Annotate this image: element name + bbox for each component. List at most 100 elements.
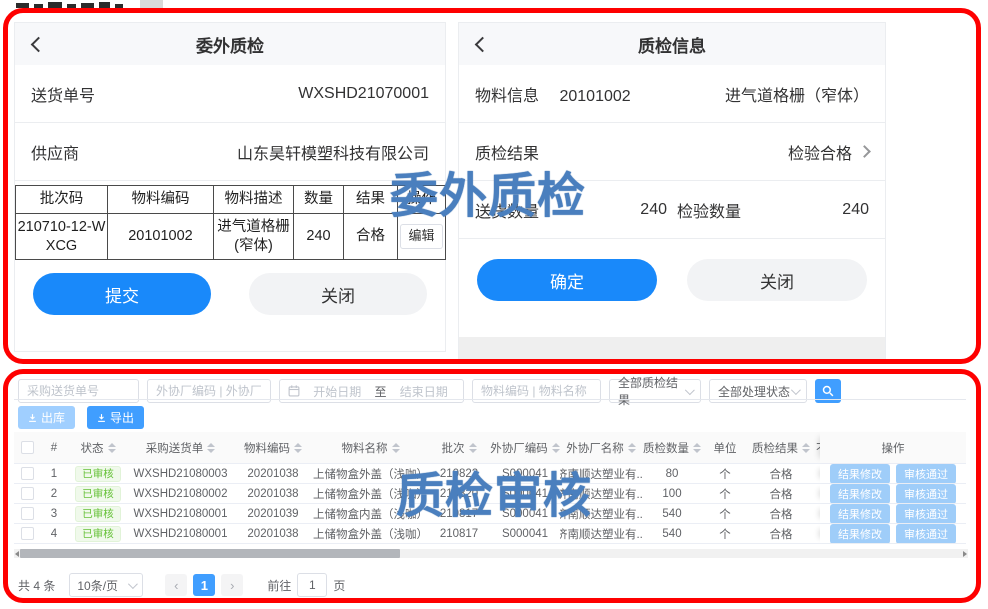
goto-label: 前往 <box>267 577 291 594</box>
field-label: 送货单号 <box>31 82 95 106</box>
sort-icon[interactable] <box>207 443 215 453</box>
approve-button[interactable]: 审核通过 <box>896 464 956 483</box>
status-badge: 已审核 <box>75 466 121 482</box>
horizontal-scrollbar[interactable] <box>14 549 968 558</box>
panel-title: 质检信息 <box>638 32 706 57</box>
col-desc: 物料描述 <box>214 186 294 214</box>
date-start-placeholder: 开始日期 <box>306 383 369 400</box>
row-checkbox[interactable] <box>21 487 34 500</box>
page-suffix: 页 <box>333 577 345 594</box>
row-checkbox[interactable] <box>21 467 34 480</box>
page-size-value: 10条/页 <box>77 577 118 594</box>
download-icon <box>28 413 37 423</box>
cell-order: WXSHD21080001 <box>128 524 233 543</box>
approve-button[interactable]: 审核通过 <box>896 524 956 543</box>
cell-unit: 个 <box>702 484 748 503</box>
sort-icon[interactable] <box>693 443 701 453</box>
cell-qty: 100 <box>642 484 702 503</box>
sort-icon[interactable] <box>392 443 400 453</box>
col-material-code[interactable]: 物料编码 <box>233 432 313 463</box>
field-label: 供应商 <box>31 140 79 164</box>
pagination: 共 4 条 10条/页 ‹ 1 › 前往 页 <box>18 573 345 597</box>
cell-actions: 结果修改 审核通过 <box>820 464 966 483</box>
edit-button[interactable]: 编辑 <box>400 224 442 248</box>
overlay-label-bottom: 质检审核 <box>396 456 592 526</box>
scroll-right-icon[interactable] <box>963 551 967 557</box>
page-1-button[interactable]: 1 <box>193 574 215 596</box>
modify-result-button[interactable]: 结果修改 <box>830 524 890 543</box>
cell-qty: 540 <box>642 524 702 543</box>
scrollbar-thumb[interactable] <box>20 549 400 558</box>
cell-qty: 540 <box>642 504 702 523</box>
next-page-button[interactable]: › <box>221 574 243 596</box>
cell-material-code: 20201038 <box>233 524 313 543</box>
cell-index: 2 <box>40 484 68 503</box>
table-row: 210710-12-WXCG 20101002 进气道格栅(窄体) 240 合格… <box>16 214 446 260</box>
panel-header: 委外质检 <box>15 23 445 65</box>
material-info: 物料信息 20101002 <box>475 82 631 106</box>
status-badge: 已审核 <box>75 486 121 502</box>
modify-result-button[interactable]: 结果修改 <box>830 504 890 523</box>
cell-material-name: 上储物盒外盖（浅咖） <box>313 524 428 543</box>
sort-icon[interactable] <box>552 443 560 453</box>
cell-material-code: 20201038 <box>233 464 313 483</box>
col-order[interactable]: 采购送货单 <box>128 432 233 463</box>
date-separator: 至 <box>375 383 387 400</box>
date-end-placeholder: 结束日期 <box>393 383 456 400</box>
export-button[interactable]: 导出 <box>87 406 144 429</box>
sort-icon[interactable] <box>108 443 116 453</box>
cell-qty: 240 <box>294 214 344 260</box>
sort-icon[interactable] <box>469 443 477 453</box>
modify-result-button[interactable]: 结果修改 <box>830 464 890 483</box>
col-index: # <box>40 432 68 463</box>
goto-page-input[interactable] <box>297 573 327 597</box>
approve-button[interactable]: 审核通过 <box>896 484 956 503</box>
approve-button[interactable]: 审核通过 <box>896 504 956 523</box>
confirm-button[interactable]: 确定 <box>477 259 657 301</box>
panel-header: 质检信息 <box>459 23 885 65</box>
total-count: 共 4 条 <box>18 577 55 594</box>
sort-icon[interactable] <box>628 443 636 453</box>
col-status[interactable]: 状态 <box>68 432 128 463</box>
outbound-button[interactable]: 出库 <box>18 406 75 429</box>
row-checkbox[interactable] <box>21 507 34 520</box>
page-size-select[interactable]: 10条/页 <box>69 573 143 597</box>
sort-icon[interactable] <box>802 443 810 453</box>
inspection-items-table: 批次码 物料编码 物料描述 数量 结果 操作 210710-12-WXCG 20… <box>15 185 446 260</box>
cell-batch: 210710-12-WXCG <box>16 214 108 260</box>
table-header-row: 批次码 物料编码 物料描述 数量 结果 操作 <box>16 186 446 214</box>
modify-result-button[interactable]: 结果修改 <box>830 484 890 503</box>
col-result[interactable]: 质检结果 <box>748 432 814 463</box>
cell-index: 4 <box>40 524 68 543</box>
cell-batch: 210817 <box>428 524 490 543</box>
cell-material-code: 20201038 <box>233 484 313 503</box>
submit-button[interactable]: 提交 <box>33 273 211 315</box>
button-row: 提交 关闭 <box>15 273 445 315</box>
col-qty[interactable]: 质检数量 <box>642 432 702 463</box>
export-label: 导出 <box>110 409 134 426</box>
cell-actions: 结果修改 审核通过 <box>820 524 966 543</box>
col-actions: 操作 <box>820 432 966 463</box>
outsourced-inspection-panel: 委外质检 送货单号 WXSHD21070001 供应商 山东昊轩模塑科技有限公司… <box>14 22 446 352</box>
cell-code: 20101002 <box>108 214 214 260</box>
qty2-label: 检验数量 <box>677 198 741 222</box>
close-button[interactable]: 关闭 <box>249 273 427 315</box>
clipped-text-fragment <box>16 0 123 8</box>
close-button[interactable]: 关闭 <box>687 259 867 301</box>
col-code: 物料编码 <box>108 186 214 214</box>
scroll-left-icon[interactable] <box>15 551 19 557</box>
select-value: 全部处理状态 <box>718 383 790 400</box>
row-checkbox[interactable] <box>21 527 34 540</box>
panel-title: 委外质检 <box>196 32 264 57</box>
overlay-label-top: 委外质检 <box>390 156 586 226</box>
sort-icon[interactable] <box>294 443 302 453</box>
chevron-right-icon <box>858 145 871 158</box>
calendar-icon <box>288 385 300 397</box>
back-icon[interactable] <box>31 37 47 53</box>
field-row-delivery-no: 送货单号 WXSHD21070001 <box>15 65 445 123</box>
cell-result: 合格 <box>748 524 814 543</box>
back-icon[interactable] <box>475 37 491 53</box>
clipped-chip <box>140 0 163 9</box>
prev-page-button[interactable]: ‹ <box>165 574 187 596</box>
select-all-checkbox[interactable] <box>21 441 34 454</box>
